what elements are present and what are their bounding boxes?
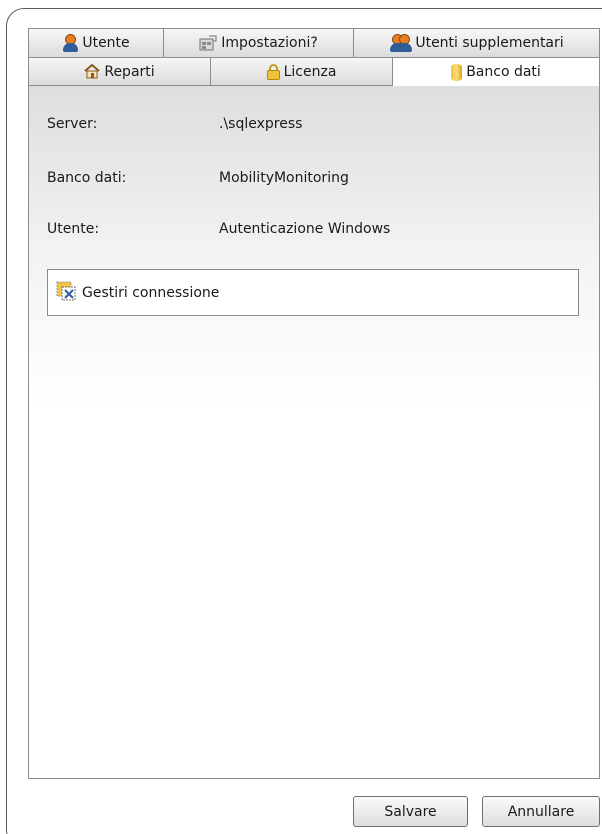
server-row: Server: .\sqlexpress <box>47 116 302 132</box>
user-row: Utente: Autenticazione Windows <box>47 221 390 237</box>
manage-connection-button[interactable]: Gestiri connessione <box>47 269 579 316</box>
database-icon <box>451 62 463 82</box>
settings-icon <box>199 35 217 51</box>
tab-strip: Utente Impostazioni? Utenti supplementar… <box>28 28 600 87</box>
tab-impostazioni[interactable]: Impostazioni? <box>164 28 354 57</box>
house-icon <box>84 63 100 79</box>
users-icon <box>389 34 413 52</box>
tab-utente-label: Utente <box>82 35 130 51</box>
tab-utente[interactable]: Utente <box>28 28 164 57</box>
database-label: Banco dati: <box>47 170 127 186</box>
tab-reparti-label: Reparti <box>104 63 155 80</box>
tab-banco-label: Banco dati <box>466 64 541 80</box>
tab-impostazioni-label: Impostazioni? <box>221 35 318 51</box>
banco-dati-panel: Server: .\sqlexpress Banco dati: Mobilit… <box>28 86 600 779</box>
user-icon <box>62 34 79 52</box>
user-label: Utente: <box>47 221 100 237</box>
server-label: Server: <box>47 116 98 132</box>
database-value: MobilityMonitoring <box>219 170 349 186</box>
database-row: Banco dati: MobilityMonitoring <box>47 170 349 186</box>
manage-connection-label: Gestiri connessione <box>82 284 220 301</box>
connection-icon <box>56 281 76 305</box>
tab-row-top: Utente Impostazioni? Utenti supplementar… <box>28 28 600 57</box>
tab-licenza-label: Licenza <box>283 63 337 80</box>
lock-icon <box>266 63 280 80</box>
tab-row-bottom: Reparti Licenza Banco dati <box>28 57 600 87</box>
tab-licenza[interactable]: Licenza <box>211 57 393 85</box>
tab-reparti[interactable]: Reparti <box>28 57 211 85</box>
cancel-button[interactable]: Annullare <box>482 796 600 827</box>
save-button[interactable]: Salvare <box>353 796 468 827</box>
tab-utenti-supplementari[interactable]: Utenti supplementari <box>354 28 600 57</box>
server-value: .\sqlexpress <box>219 116 303 132</box>
tab-utenti-label: Utenti supplementari <box>415 35 564 51</box>
user-value: Autenticazione Windows <box>219 221 391 237</box>
tab-banco-dati[interactable]: Banco dati <box>393 57 600 87</box>
